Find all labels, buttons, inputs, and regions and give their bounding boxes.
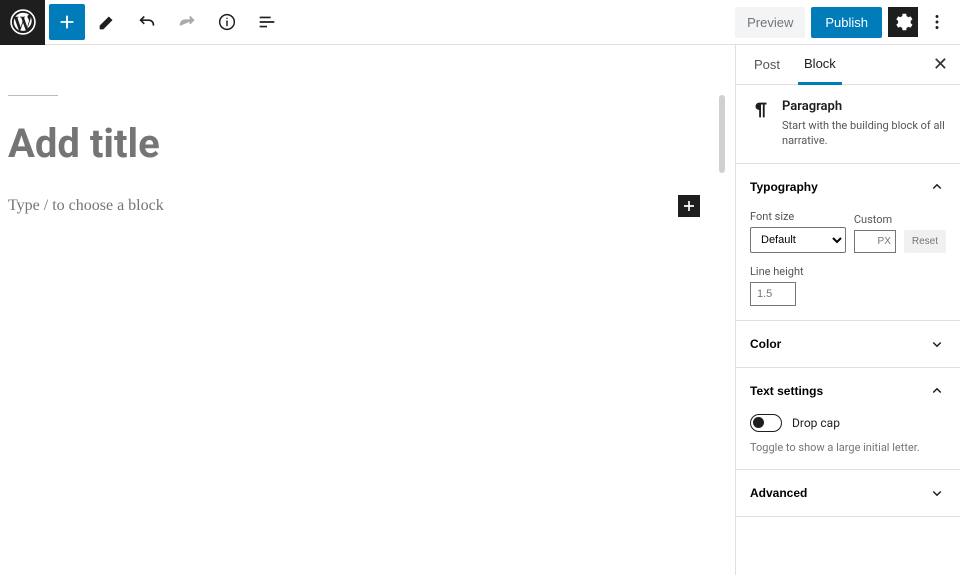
wordpress-icon (10, 9, 36, 35)
reset-font-size-button[interactable]: Reset (904, 230, 946, 253)
edit-mode-button[interactable] (89, 4, 125, 40)
list-icon (256, 11, 278, 33)
pencil-icon (96, 11, 118, 33)
post-title-input[interactable] (8, 120, 712, 167)
undo-icon (136, 11, 158, 33)
info-icon (216, 11, 238, 33)
advanced-panel-toggle[interactable]: Advanced (736, 470, 960, 516)
custom-size-label: Custom (854, 213, 896, 226)
more-vertical-icon (926, 11, 948, 33)
color-panel-toggle[interactable]: Color (736, 321, 960, 367)
close-sidebar-button[interactable]: ✕ (933, 54, 948, 75)
block-description: Start with the building block of all nar… (782, 118, 946, 149)
line-height-input[interactable] (750, 282, 796, 306)
insert-block-button[interactable] (678, 195, 700, 217)
outline-button[interactable] (249, 4, 285, 40)
paragraph-block-input[interactable] (8, 197, 712, 215)
title-divider (8, 95, 58, 96)
chevron-up-icon (928, 178, 946, 196)
paragraph-icon (750, 99, 772, 149)
typography-panel-toggle[interactable]: Typography (736, 164, 960, 210)
add-block-button[interactable] (49, 4, 85, 40)
plus-icon (679, 196, 699, 216)
editor-canvas[interactable] (0, 45, 735, 575)
chevron-down-icon (928, 484, 946, 502)
text-settings-panel-toggle[interactable]: Text settings (736, 368, 960, 414)
custom-size-input[interactable] (854, 230, 896, 253)
info-button[interactable] (209, 4, 245, 40)
undo-button[interactable] (129, 4, 165, 40)
tab-block[interactable]: Block (798, 45, 842, 85)
chevron-down-icon (928, 335, 946, 353)
more-options-button[interactable] (922, 7, 952, 37)
redo-icon (176, 11, 198, 33)
drop-cap-help: Toggle to show a large initial letter. (750, 440, 946, 455)
settings-sidebar: Post Block ✕ Paragraph Start with the bu… (735, 45, 960, 575)
publish-button[interactable]: Publish (811, 7, 882, 38)
plus-icon (56, 11, 78, 33)
chevron-up-icon (928, 382, 946, 400)
settings-button[interactable] (888, 7, 918, 37)
line-height-label: Line height (750, 265, 946, 278)
tab-post[interactable]: Post (748, 45, 786, 85)
preview-button[interactable]: Preview (735, 7, 805, 38)
wordpress-logo[interactable] (0, 0, 45, 45)
font-size-select[interactable]: Default (750, 227, 846, 253)
drop-cap-toggle[interactable] (750, 414, 782, 432)
drop-cap-label: Drop cap (792, 416, 840, 430)
font-size-label: Font size (750, 210, 846, 223)
scrollbar[interactable] (719, 95, 725, 173)
block-name: Paragraph (782, 99, 946, 114)
gear-icon (892, 11, 914, 33)
redo-button[interactable] (169, 4, 205, 40)
